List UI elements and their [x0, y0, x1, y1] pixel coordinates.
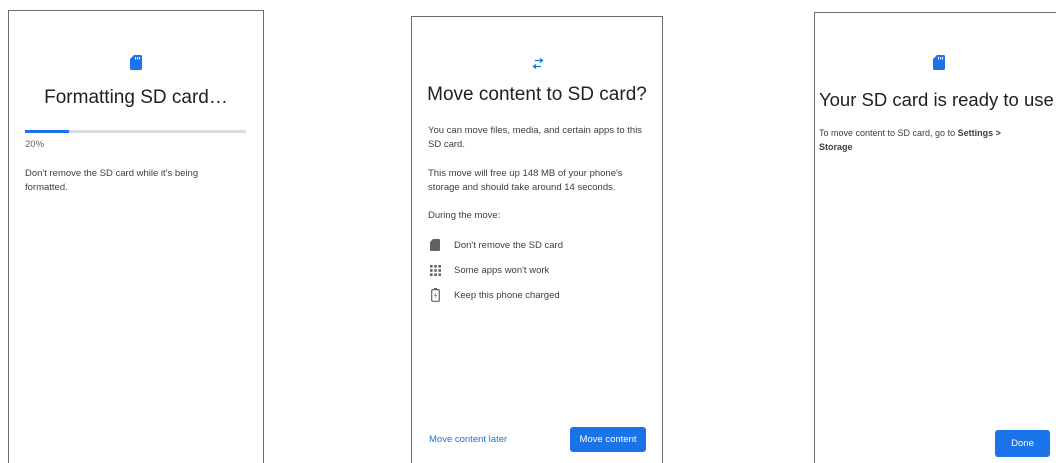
formatting-title: Formatting SD card…: [44, 87, 228, 108]
move-tip-label: Keep this phone charged: [454, 289, 560, 301]
sd-ready-title: Your SD card is ready to use: [819, 89, 1054, 110]
battery-charging-icon: [428, 288, 442, 302]
during-move-label: During the move:: [428, 210, 501, 221]
move-tip-sd-card: Don't remove the SD card: [428, 237, 563, 253]
sd-card-icon: [933, 55, 945, 70]
formatting-screen: Formatting SD card… 20% Don't remove the…: [8, 10, 264, 463]
move-tip-label: Don't remove the SD card: [454, 239, 563, 251]
move-content-screen: Move content to SD card? You can move fi…: [411, 16, 663, 463]
sd-ready-message-text: To move content to SD card, go to: [819, 128, 958, 138]
format-progress-bar: [25, 130, 246, 133]
format-progress-fill: [25, 130, 70, 133]
move-content-later-button[interactable]: Move content later: [429, 434, 507, 445]
format-progress-label: 20%: [25, 139, 45, 150]
sd-ready-screen: Your SD card is ready to use To move con…: [814, 12, 1056, 463]
move-tip-apps: Some apps won't work: [428, 262, 549, 278]
format-warning-text: Don't remove the SD card while it's bein…: [25, 168, 199, 193]
sd-ready-message: To move content to SD card, go to Settin…: [819, 127, 1029, 154]
move-tip-battery: Keep this phone charged: [428, 287, 560, 303]
apps-grid-icon: [428, 263, 442, 277]
done-button[interactable]: Done: [995, 430, 1050, 457]
sd-card-icon: [130, 55, 142, 70]
sd-card-icon: [428, 238, 442, 252]
move-free-up-text: This move will free up 148 MB of your ph…: [428, 168, 623, 193]
move-intro-text: You can move files, media, and certain a…: [428, 125, 643, 150]
transfer-arrows-icon: [532, 58, 544, 69]
move-content-title: Move content to SD card?: [427, 84, 647, 105]
move-tip-label: Some apps won't work: [454, 264, 550, 276]
move-content-button[interactable]: Move content: [570, 427, 646, 452]
